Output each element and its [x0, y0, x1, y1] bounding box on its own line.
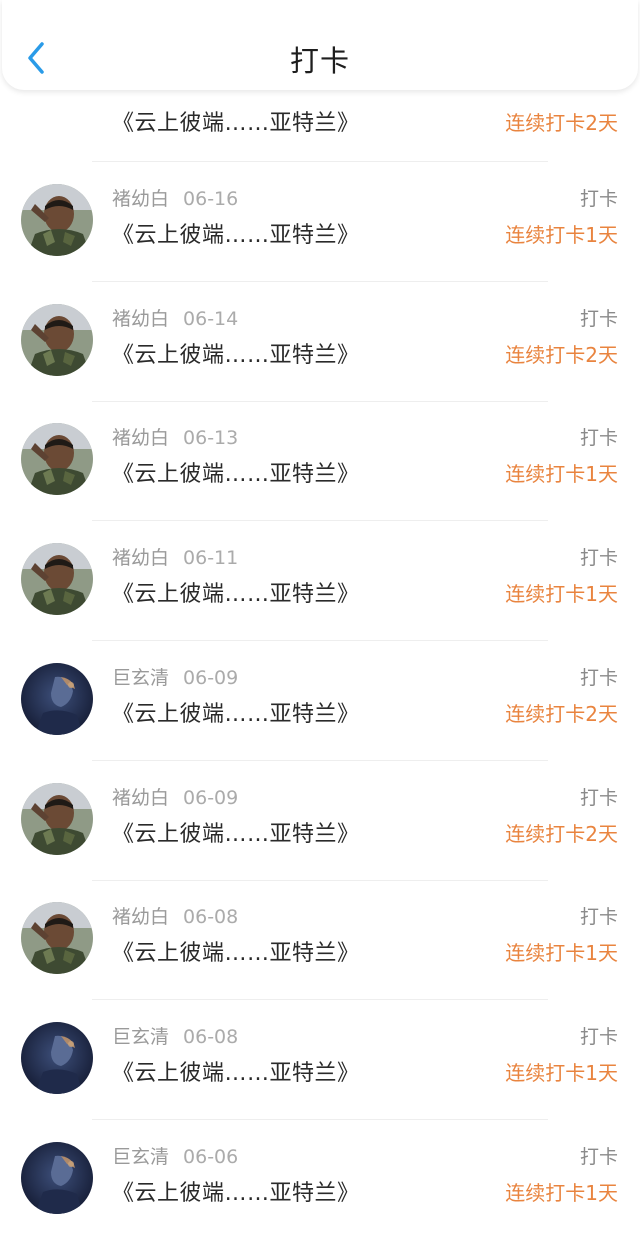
book-title: 《云上彼端……亚特兰》 [112, 582, 360, 607]
user-name: 褚幼白 [112, 188, 170, 210]
streak-badge: 连续打卡1天 [505, 1181, 618, 1205]
checkin-date: 06-14 [183, 308, 239, 330]
streak-badge: 连续打卡1天 [505, 1061, 618, 1085]
night-portrait-avatar[interactable] [21, 663, 93, 735]
streak-badge: 连续打卡2天 [505, 822, 618, 846]
checkin-label: 打卡 [579, 427, 618, 449]
soldier-avatar[interactable] [21, 423, 93, 495]
streak-badge: 连续打卡1天 [505, 941, 618, 965]
book-title: 《云上彼端……亚特兰》 [112, 1061, 360, 1086]
streak-badge: 连续打卡2天 [505, 343, 618, 367]
user-meta: 褚幼白 06-08 [112, 902, 238, 929]
user-meta: 褚幼白 06-14 [112, 304, 238, 331]
checkin-date: 06-09 [183, 787, 239, 809]
checkin-label: 打卡 [579, 787, 618, 809]
soldier-avatar[interactable] [21, 902, 93, 974]
streak-badge: 连续打卡2天 [505, 111, 618, 135]
checkin-date: 06-08 [183, 906, 239, 928]
checkin-date: 06-09 [183, 667, 239, 689]
checkin-page: 《云上彼端……亚特兰》 连续打卡2天 褚幼白 06-16 《云上彼端……亚特兰》 … [0, 0, 640, 1234]
user-name: 巨玄清 [112, 1026, 170, 1048]
night-portrait-avatar[interactable] [21, 1022, 93, 1094]
checkin-row[interactable]: 巨玄清 06-06 《云上彼端……亚特兰》 打卡 连续打卡1天 [0, 1120, 640, 1234]
soldier-avatar[interactable] [21, 783, 93, 855]
page-title: 打卡 [289, 44, 350, 78]
user-name: 巨玄清 [112, 1146, 170, 1168]
soldier-avatar[interactable] [21, 304, 93, 376]
user-meta: 褚幼白 06-11 [112, 543, 238, 570]
book-title: 《云上彼端……亚特兰》 [112, 941, 360, 966]
checkin-row[interactable]: 褚幼白 06-13 《云上彼端……亚特兰》 打卡 连续打卡1天 [0, 401, 640, 521]
checkin-row[interactable]: 褚幼白 06-09 《云上彼端……亚特兰》 打卡 连续打卡2天 [0, 761, 640, 881]
streak-badge: 连续打卡1天 [505, 462, 618, 486]
book-title: 《云上彼端……亚特兰》 [112, 111, 360, 136]
checkin-date: 06-11 [183, 547, 239, 569]
checkin-label: 打卡 [579, 188, 618, 210]
checkin-label: 打卡 [579, 1146, 618, 1168]
checkin-label: 打卡 [579, 308, 618, 330]
user-meta: 巨玄清 06-06 [112, 1142, 238, 1169]
book-title: 《云上彼端……亚特兰》 [112, 343, 360, 368]
user-meta: 褚幼白 06-16 [112, 184, 238, 211]
checkin-date: 06-16 [183, 188, 239, 210]
book-title: 《云上彼端……亚特兰》 [112, 822, 360, 847]
nav-header: 打卡 [2, 0, 638, 90]
night-portrait-avatar[interactable] [21, 1142, 93, 1214]
book-title: 《云上彼端……亚特兰》 [112, 462, 360, 487]
user-meta: 褚幼白 06-13 [112, 423, 238, 450]
user-name: 褚幼白 [112, 308, 170, 330]
user-name: 褚幼白 [112, 787, 170, 809]
checkin-date: 06-06 [183, 1146, 239, 1168]
user-meta: 褚幼白 06-09 [112, 783, 238, 810]
user-meta: 巨玄清 06-09 [112, 663, 238, 690]
user-name: 巨玄清 [112, 667, 170, 689]
checkin-row[interactable]: 褚幼白 06-14 《云上彼端……亚特兰》 打卡 连续打卡2天 [0, 282, 640, 402]
book-title: 《云上彼端……亚特兰》 [112, 702, 360, 727]
checkin-row[interactable]: 巨玄清 06-09 《云上彼端……亚特兰》 打卡 连续打卡2天 [0, 641, 640, 761]
user-meta: 巨玄清 06-08 [112, 1022, 238, 1049]
streak-badge: 连续打卡1天 [505, 582, 618, 606]
book-title: 《云上彼端……亚特兰》 [112, 1181, 360, 1206]
checkin-date: 06-08 [183, 1026, 239, 1048]
checkin-row[interactable]: 褚幼白 06-11 《云上彼端……亚特兰》 打卡 连续打卡1天 [0, 521, 640, 641]
user-name: 褚幼白 [112, 427, 170, 449]
checkin-label: 打卡 [579, 1026, 618, 1048]
soldier-avatar[interactable] [21, 184, 93, 256]
streak-badge: 连续打卡2天 [505, 702, 618, 726]
checkin-row[interactable]: 巨玄清 06-08 《云上彼端……亚特兰》 打卡 连续打卡1天 [0, 1000, 640, 1120]
checkin-label: 打卡 [579, 547, 618, 569]
checkin-date: 06-13 [183, 427, 239, 449]
user-name: 褚幼白 [112, 906, 170, 928]
user-name: 褚幼白 [112, 547, 170, 569]
checkin-row[interactable]: 褚幼白 06-16 《云上彼端……亚特兰》 打卡 连续打卡1天 [0, 162, 640, 282]
checkin-row[interactable]: 褚幼白 06-08 《云上彼端……亚特兰》 打卡 连续打卡1天 [0, 880, 640, 1000]
checkin-label: 打卡 [579, 906, 618, 928]
checkin-label: 打卡 [579, 667, 618, 689]
soldier-avatar[interactable] [21, 543, 93, 615]
book-title: 《云上彼端……亚特兰》 [112, 223, 360, 248]
streak-badge: 连续打卡1天 [505, 223, 618, 247]
